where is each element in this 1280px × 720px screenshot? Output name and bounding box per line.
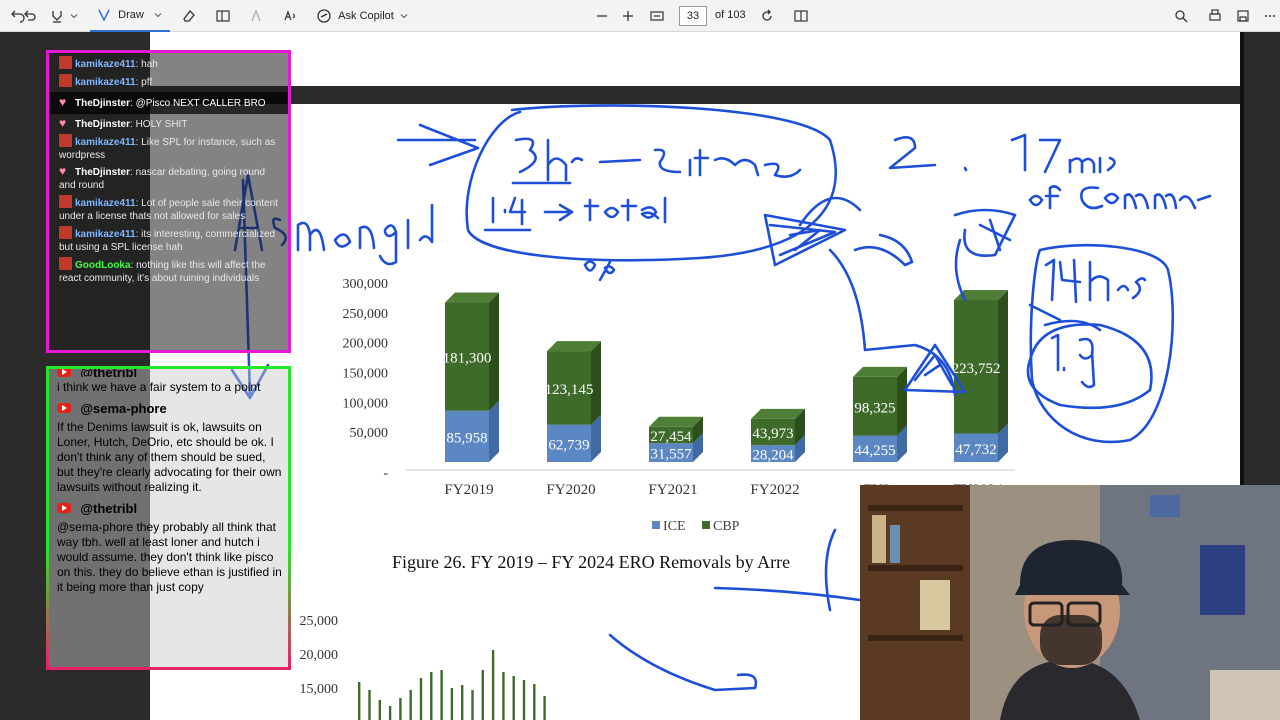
text-icon[interactable] [246, 0, 268, 32]
read-aloud-icon[interactable] [280, 0, 302, 32]
histogram-bar [440, 670, 443, 720]
chat-message: ♥ TheDjinster: nascar debating, going rou… [49, 165, 288, 192]
y-tick-label: 20,000 [300, 648, 339, 663]
avatar-icon [59, 74, 72, 87]
avatar-icon [59, 195, 72, 208]
chat-message: If the Denims lawsuit is ok, lawsuits on… [57, 420, 282, 494]
histogram-bar [471, 690, 474, 720]
youtube-icon [57, 369, 71, 377]
histogram-bar [450, 688, 454, 720]
histogram-bar [358, 682, 361, 720]
chat-text: : @Pisco NEXT CALLER BRO [130, 98, 266, 109]
webcam-feed [860, 485, 1280, 720]
chat-message: kamikaze411: Lot of people sale their co… [49, 195, 288, 223]
chat-text: : pff [135, 77, 153, 88]
text-box-icon[interactable] [212, 0, 234, 32]
avatar-icon [59, 56, 72, 69]
chat-username: kamikaze411 [75, 77, 136, 88]
more-options-icon[interactable] [1260, 0, 1280, 32]
histogram-bar [368, 690, 371, 720]
avatar-icon [59, 134, 72, 147]
chat-message: kamikaze411: Like SPL for instance, such… [49, 134, 288, 162]
pdf-page-previous [150, 32, 1240, 86]
rotate-icon[interactable] [756, 0, 778, 32]
undo-back-icon[interactable] [20, 0, 40, 32]
webcam-image [860, 485, 1280, 720]
avatar-icon [59, 257, 72, 270]
histogram-bar [543, 696, 546, 720]
histogram-bar [430, 672, 433, 720]
histogram-bar [502, 672, 505, 720]
youtube-icon [57, 503, 71, 513]
draw-button[interactable]: Draw [90, 0, 170, 32]
chevron-down-icon[interactable] [68, 0, 80, 32]
chat-message: kamikaze411: its interesting, commercial… [49, 226, 288, 254]
search-icon[interactable] [1170, 0, 1192, 32]
heart-icon: ♥ [59, 164, 67, 178]
chat-message: GoodLooka: nothing like this will affect… [49, 257, 288, 285]
chat-username: kamikaze411 [75, 198, 136, 209]
zoom-in-icon[interactable] [618, 0, 638, 32]
histogram-bar [378, 700, 381, 720]
highlight-icon[interactable] [46, 0, 68, 32]
histogram-bar [522, 680, 526, 720]
y-tick-label: 25,000 [300, 614, 339, 629]
y-tick-label: 15,000 [300, 682, 339, 697]
histogram-bar [533, 684, 536, 720]
save-icon[interactable] [1232, 0, 1254, 32]
histogram-bar [409, 690, 412, 720]
chat-message: ♥ TheDjinster: HOLY SHIT [49, 117, 288, 131]
histogram-bar [399, 698, 402, 720]
ask-copilot-label: Ask Copilot [338, 10, 394, 22]
chat-message: kamikaze411: pff [49, 74, 288, 89]
chat-username: kamikaze411 [75, 59, 136, 70]
page-number-input[interactable]: 33 [679, 6, 707, 26]
chat-username: @thetribl [80, 366, 138, 377]
youtube-icon [57, 403, 71, 413]
fit-page-icon[interactable] [646, 0, 668, 32]
chat-username: GoodLooka [75, 260, 131, 271]
draw-label: Draw [118, 9, 144, 21]
eraser-icon[interactable] [178, 0, 200, 32]
chat-username: TheDjinster [75, 119, 131, 130]
heart-icon: ♥ [59, 116, 67, 130]
ask-copilot-button[interactable]: Ask Copilot [316, 0, 410, 32]
chat-message: ♥ TheDjinster: @Pisco NEXT CALLER BRO [49, 92, 288, 114]
pdf-toolbar: Draw Ask Copilot 33 of 103 [0, 0, 1280, 32]
histogram-bar [388, 706, 392, 720]
twitch-chat-overlay: kamikaze411: hah kamikaze411: pff ♥ TheDjin… [46, 50, 291, 353]
copilot-icon [317, 9, 331, 23]
zoom-out-icon[interactable] [592, 0, 612, 32]
youtube-chat-overlay: @thetribl i think we have a fair system … [46, 366, 291, 670]
page-view-icon[interactable] [790, 0, 812, 32]
histogram-bar [461, 685, 464, 720]
pen-icon [98, 9, 110, 22]
histogram-bar [491, 650, 495, 720]
chevron-down-icon [400, 14, 408, 19]
chat-text: : HOLY SHIT [130, 119, 188, 130]
page-total: of 103 [715, 9, 746, 21]
chat-username: TheDjinster [75, 98, 131, 109]
chat-message: @sema-phore they probably all think that… [57, 520, 282, 594]
chat-message: i think we have a fair system to a point [57, 380, 261, 394]
chat-message: kamikaze411: hah [49, 56, 288, 71]
histogram-bar [481, 670, 484, 720]
heart-icon: ♥ [59, 95, 67, 109]
chat-username: TheDjinster [75, 167, 131, 178]
chat-author-row: @thetribl [49, 501, 288, 517]
chat-username: kamikaze411 [75, 137, 136, 148]
histogram-bar [512, 676, 515, 720]
print-icon[interactable] [1204, 0, 1226, 32]
chat-username: @thetribl [80, 501, 138, 516]
chat-text: : hah [135, 59, 158, 70]
histogram-bar [419, 678, 423, 720]
chat-author-row: @sema-phore [49, 401, 288, 417]
chat-username: kamikaze411 [75, 229, 136, 240]
chat-username: @sema-phore [80, 401, 167, 416]
avatar-icon [59, 226, 72, 239]
chevron-down-icon [154, 13, 162, 18]
